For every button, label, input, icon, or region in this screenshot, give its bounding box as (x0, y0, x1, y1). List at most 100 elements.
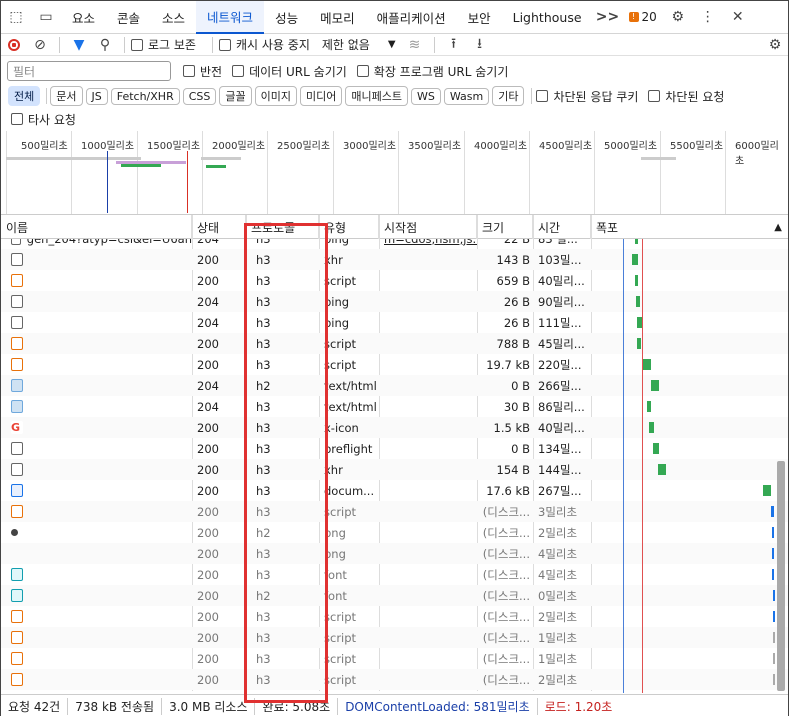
more-options-icon[interactable]: ⋮ (693, 1, 723, 34)
cell-initiator[interactable] (379, 459, 477, 480)
scrollbar-thumb[interactable] (777, 461, 785, 691)
cell-initiator[interactable] (379, 396, 477, 417)
close-icon[interactable]: ✕ (723, 1, 753, 34)
column-time[interactable]: 시간 (533, 215, 591, 239)
blocked-cookies-checkbox[interactable]: 차단된 응답 쿠키 (536, 88, 638, 105)
cell-initiator[interactable] (379, 585, 477, 606)
column-type[interactable]: 유형 (319, 215, 379, 239)
table-row[interactable]: 200 h3 png (디스크... 4밀리초 (1, 543, 788, 564)
tab-sources[interactable]: 소스 (151, 1, 196, 34)
export-har-icon[interactable]: ⭳ (467, 34, 493, 56)
settings-gear-icon[interactable]: ⚙ (663, 1, 693, 34)
throttle-select[interactable]: 제한 없음 ▼ (322, 36, 396, 53)
table-row[interactable]: 200 h3 font (디스크... 4밀리초 (1, 564, 788, 585)
cell-initiator[interactable] (379, 543, 477, 564)
cell-initiator[interactable] (379, 249, 477, 270)
table-row[interactable]: 200 h3 preflight 0 B 134밀... (1, 438, 788, 459)
column-waterfall[interactable]: 폭포 ▲ (591, 215, 789, 239)
table-row[interactable]: 200 h3 script (디스크... 1밀리초 (1, 627, 788, 648)
cell-initiator[interactable] (379, 312, 477, 333)
blocked-requests-checkbox[interactable]: 차단된 요청 (648, 88, 724, 105)
cell-initiator[interactable] (379, 480, 477, 501)
chip-all[interactable]: 전체 (8, 86, 41, 106)
cell-initiator[interactable] (379, 627, 477, 648)
column-size[interactable]: 크기 (477, 215, 533, 239)
table-row[interactable]: 200 h3 xhr 154 B 144밀... (1, 459, 788, 480)
table-row[interactable]: 200 h2 png (디스크... 2밀리초 (1, 522, 788, 543)
cell-initiator[interactable] (379, 333, 477, 354)
cell-initiator[interactable]: m=cdos,hsm,js... (379, 239, 477, 249)
disable-cache-checkbox[interactable]: 캐시 사용 중지 (218, 36, 310, 53)
cell-initiator[interactable] (379, 501, 477, 522)
chip-media[interactable]: 미디어 (300, 86, 343, 106)
chip-fetch-xhr[interactable]: Fetch/XHR (110, 87, 180, 105)
table-row[interactable]: 204 h3 text/html 30 B 86밀리... (1, 396, 788, 417)
tab-performance[interactable]: 성능 (264, 1, 309, 34)
table-row[interactable]: 200 h3 script (디스크... 2밀리초 (1, 669, 788, 690)
import-har-icon[interactable]: ⭱ (441, 34, 467, 56)
table-row[interactable]: 200 h3 script 788 B 45밀리... (1, 333, 788, 354)
preserve-log-checkbox[interactable]: 로그 보존 (131, 36, 196, 53)
table-row[interactable]: 200 h3 script (디스크... 2밀리초 (1, 606, 788, 627)
table-row[interactable]: 200 h3 script 659 B 40밀리... (1, 270, 788, 291)
tab-network[interactable]: 네트워크 (196, 0, 265, 34)
table-row[interactable]: 200 h3 script (디스크... 1밀리초 (1, 648, 788, 669)
table-row[interactable]: 204 h3 ping 26 B 90밀리... (1, 291, 788, 312)
table-row[interactable]: 200 h3 script (디스크... 3밀리초 (1, 501, 788, 522)
chip-font[interactable]: 글꼴 (219, 86, 252, 106)
cell-initiator[interactable] (379, 606, 477, 627)
cell-initiator[interactable] (379, 354, 477, 375)
clear-icon[interactable]: ⊘ (27, 34, 53, 56)
chip-css[interactable]: CSS (182, 87, 217, 105)
tab-security[interactable]: 보안 (457, 1, 502, 34)
device-toolbar-icon[interactable]: ▭ (31, 1, 61, 34)
network-settings-gear-icon[interactable]: ⚙ (762, 34, 788, 56)
table-row[interactable]: 200 h3 docum... 17.6 kB 267밀... (1, 480, 788, 501)
network-conditions-icon[interactable]: ≋ (402, 34, 428, 56)
issues-badge[interactable]: ! 20 (623, 10, 663, 24)
tab-elements[interactable]: 요소 (61, 1, 106, 34)
filter-funnel-icon[interactable]: ▼ (66, 34, 92, 56)
cell-initiator[interactable] (379, 669, 477, 690)
chip-manifest[interactable]: 매니페스트 (345, 86, 408, 106)
invert-checkbox[interactable]: 반전 (183, 63, 222, 80)
column-name[interactable]: 이름 (1, 215, 192, 239)
chip-wasm[interactable]: Wasm (443, 87, 490, 105)
chip-img[interactable]: 이미지 (254, 86, 297, 106)
inspect-element-icon[interactable]: ⬚ (1, 1, 31, 34)
column-status[interactable]: 상태 (192, 215, 246, 239)
cell-initiator[interactable] (379, 417, 477, 438)
tab-lighthouse[interactable]: Lighthouse (502, 1, 593, 34)
table-row[interactable]: 200 h2 font (디스크... 0밀리초 (1, 585, 788, 606)
chip-other[interactable]: 기타 (492, 86, 525, 106)
table-row[interactable]: 204 h3 ping 26 B 111밀... (1, 312, 788, 333)
column-protocol[interactable]: 프로토콜 (246, 215, 319, 239)
more-tabs-icon[interactable]: >> (593, 1, 623, 34)
tab-console[interactable]: 콘솔 (106, 1, 151, 34)
chip-doc[interactable]: 문서 (50, 86, 83, 106)
column-initiator[interactable]: 시작점 (379, 215, 477, 239)
cell-initiator[interactable] (379, 564, 477, 585)
table-row[interactable]: 204 h2 text/html 0 B 266밀... (1, 375, 788, 396)
table-row[interactable]: 200 h3 xhr 143 B 103밀... (1, 249, 788, 270)
cell-initiator[interactable] (379, 438, 477, 459)
cell-initiator[interactable] (379, 522, 477, 543)
hide-extension-urls-checkbox[interactable]: 확장 프로그램 URL 숨기기 (356, 63, 508, 80)
table-row[interactable]: 200 h3 script 19.7 kB 220밀... (1, 354, 788, 375)
cell-initiator[interactable] (379, 291, 477, 312)
tab-memory[interactable]: 메모리 (309, 1, 366, 34)
cell-initiator[interactable] (379, 270, 477, 291)
tab-application[interactable]: 애플리케이션 (366, 1, 457, 34)
table-row[interactable]: G 200 h3 x-icon 1.5 kB 40밀리... (1, 417, 788, 438)
network-overview-timeline[interactable]: 500밀리초 1000밀리초 1500밀리초 2000밀리초 2500밀리초 3… (1, 131, 788, 215)
third-party-checkbox[interactable]: 타사 요청 (11, 111, 76, 128)
record-stop-icon[interactable] (1, 34, 27, 56)
chip-ws[interactable]: WS (410, 87, 441, 105)
cell-initiator[interactable] (379, 375, 477, 396)
table-row[interactable]: gen_204?atyp=csi&ei=U6an204h3pingm=cdos,… (1, 239, 788, 249)
chip-js[interactable]: JS (85, 87, 108, 105)
search-icon[interactable]: ⚲ (92, 34, 118, 56)
hide-data-urls-checkbox[interactable]: 데이터 URL 숨기기 (232, 63, 347, 80)
filter-input[interactable]: 필터 (7, 61, 171, 81)
cell-initiator[interactable] (379, 648, 477, 669)
